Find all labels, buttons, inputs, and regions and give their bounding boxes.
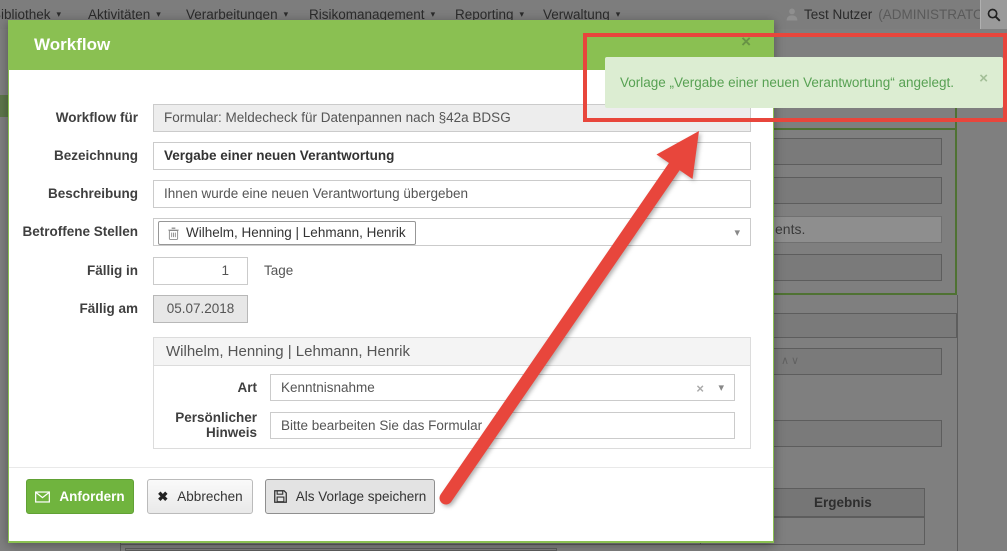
- close-icon[interactable]: ×: [741, 32, 751, 52]
- chevron-down-icon: ▾: [431, 9, 436, 20]
- clear-icon[interactable]: ×: [696, 375, 704, 402]
- chevron-down-icon[interactable]: ▾: [734, 219, 740, 247]
- faellig-in-input[interactable]: 1: [153, 257, 248, 285]
- label-persoenlicher-hinweis: Persönlicher Hinweis: [154, 410, 257, 440]
- dimmed-border: [957, 295, 958, 551]
- close-icon[interactable]: ×: [979, 70, 988, 87]
- label-art: Art: [154, 374, 257, 401]
- user-icon: [786, 8, 798, 21]
- envelope-icon: [35, 491, 50, 503]
- chevron-down-icon: ▾: [520, 9, 525, 20]
- user-menu[interactable]: Test Nutzer (ADMINISTRATOR) ▾: [786, 0, 1007, 29]
- label-bezeichnung: Bezeichnung: [9, 142, 138, 170]
- dimmed-sidebar-fragment: [0, 95, 8, 117]
- toast-message: Vorlage „Vergabe einer neuen Verantwortu…: [620, 75, 954, 90]
- anfordern-button[interactable]: Anfordern: [26, 479, 134, 514]
- chevron-down-icon[interactable]: ▾: [718, 375, 724, 402]
- success-toast: Vorlage „Vergabe einer neuen Verantwortu…: [605, 57, 1003, 108]
- tag-label: Wilhelm, Henning | Lehmann, Henrik: [186, 220, 406, 246]
- screen: Bibliothek ▾ Aktivitäten ▾ Verarbeitunge…: [0, 0, 1007, 551]
- chevron-down-icon: ▾: [57, 9, 62, 20]
- selected-stelle-tag[interactable]: Wilhelm, Henning | Lehmann, Henrik: [158, 221, 416, 245]
- recipient-panel-header: Wilhelm, Henning | Lehmann, Henrik: [154, 338, 750, 366]
- button-label: Abbrechen: [177, 489, 242, 504]
- save-icon: [274, 490, 287, 503]
- art-selected-value: Kenntnisnahme: [281, 380, 375, 395]
- als-vorlage-speichern-button[interactable]: Als Vorlage speichern: [265, 479, 435, 514]
- button-label: Als Vorlage speichern: [296, 489, 427, 504]
- beschreibung-input[interactable]: Ihnen wurde eine neuen Verantwortung übe…: [153, 180, 751, 208]
- chevron-down-icon: ▾: [284, 9, 289, 20]
- faellig-in-suffix: Tage: [264, 257, 293, 285]
- modal-title: Workflow: [34, 35, 110, 55]
- user-name: Test Nutzer: [804, 7, 872, 22]
- label-faellig-in: Fällig in: [9, 257, 138, 285]
- chevron-down-icon: ▾: [616, 9, 621, 20]
- art-select[interactable]: Kenntnisnahme × ▾: [270, 374, 735, 401]
- dimmed-border: [120, 544, 877, 545]
- abbrechen-button[interactable]: ✖ Abbrechen: [147, 479, 253, 514]
- workflow-fuer-field: Formular: Meldecheck für Datenpannen nac…: [153, 104, 751, 132]
- button-label: Anfordern: [59, 489, 124, 504]
- bezeichnung-input[interactable]: Vergabe einer neuen Verantwortung: [153, 142, 751, 170]
- recipient-panel: Wilhelm, Henning | Lehmann, Henrik Art K…: [153, 337, 751, 449]
- label-faellig-am: Fällig am: [9, 295, 138, 323]
- label-beschreibung: Beschreibung: [9, 180, 138, 208]
- dimmed-panel-border: [955, 108, 957, 130]
- chevron-down-icon: ▾: [156, 9, 161, 20]
- footer-divider: [9, 467, 773, 468]
- trash-icon[interactable]: [168, 227, 179, 240]
- persoenlicher-hinweis-input[interactable]: Bitte bearbeiten Sie das Formular: [270, 412, 735, 439]
- cancel-icon: ✖: [157, 489, 168, 505]
- search-button[interactable]: [980, 0, 1007, 29]
- search-icon: [987, 8, 1001, 22]
- label-workflow-fuer: Workflow für: [9, 104, 138, 132]
- faellig-am-field: 05.07.2018: [153, 295, 248, 323]
- betroffene-stellen-multiselect[interactable]: Wilhelm, Henning | Lehmann, Henrik ▾: [153, 218, 751, 246]
- column-header-label: Ergebnis: [814, 495, 872, 510]
- dimmed-text: ents.: [775, 221, 805, 237]
- label-betroffene-stellen: Betroffene Stellen: [9, 218, 138, 246]
- sort-arrows-icon: ∧∨: [781, 355, 801, 367]
